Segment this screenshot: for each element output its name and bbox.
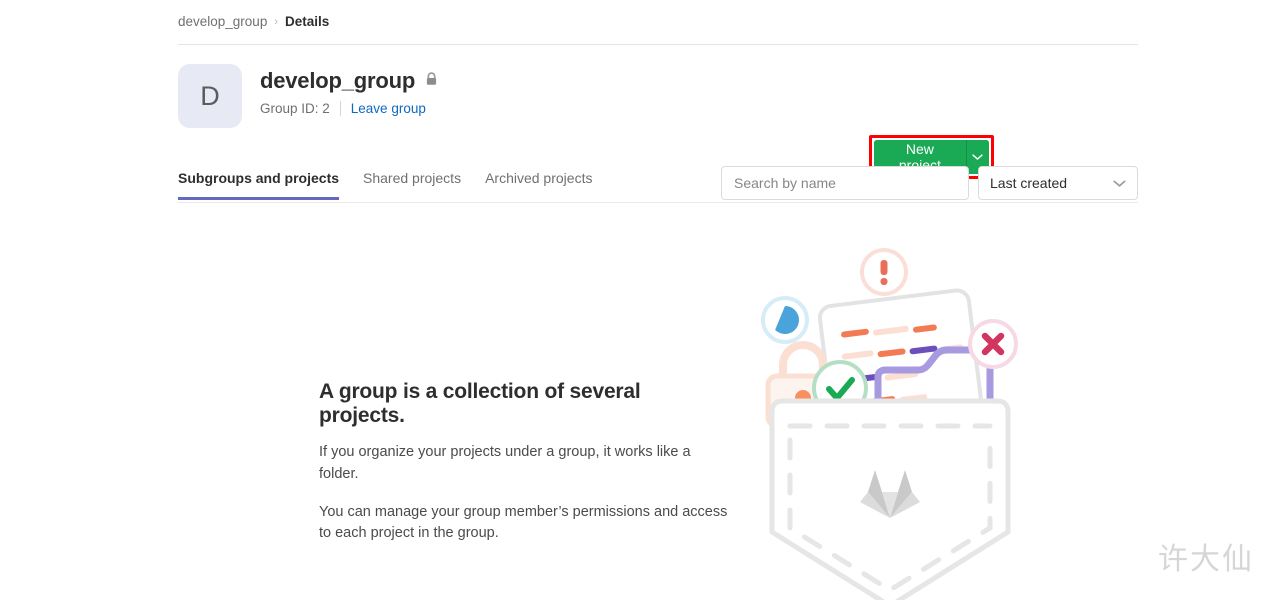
empty-state-title: A group is a collection of several proje…	[319, 380, 641, 427]
illustration-pocket	[769, 398, 1011, 600]
watermark: 许大仙	[1158, 542, 1254, 577]
page-title: develop_group	[260, 68, 416, 93]
breadcrumb-divider	[178, 44, 1138, 45]
empty-state-paragraph-2: You can manage your group member’s permi…	[319, 503, 728, 542]
illustration-error-badge	[968, 319, 1018, 369]
breadcrumb-item-group[interactable]: develop_group	[178, 14, 267, 29]
tab-shared-projects[interactable]: Shared projects	[351, 166, 473, 200]
filter-controls: Last created	[721, 166, 1138, 200]
tab-label: Archived projects	[485, 170, 593, 186]
group-id-label: Group ID: 2	[260, 101, 330, 116]
sort-value: Last created	[990, 175, 1068, 191]
illustration-warning-badge	[860, 248, 908, 296]
breadcrumb-item-details: Details	[285, 14, 330, 29]
group-avatar: D	[178, 64, 242, 128]
empty-state-paragraph-1: If you organize your projects under a gr…	[319, 444, 691, 482]
empty-state-text: A group is a collection of several proje…	[319, 380, 729, 545]
tab-subgroups-and-projects[interactable]: Subgroups and projects	[178, 166, 351, 200]
illustration-moon-badge	[761, 296, 809, 344]
leave-group-link[interactable]: Leave group	[351, 101, 426, 116]
tabs-divider	[178, 202, 1138, 203]
breadcrumb-separator-icon: ›	[274, 15, 278, 28]
chevron-down-icon	[1113, 175, 1126, 191]
lock-icon	[424, 71, 439, 92]
meta-divider	[339, 101, 341, 116]
group-header: D develop_group Group ID: 2 Leave group	[178, 64, 1138, 179]
tab-archived-projects[interactable]: Archived projects	[473, 166, 604, 200]
gitlab-group-details-page: develop_group › Details D develop_group …	[0, 0, 1282, 600]
search-input[interactable]	[721, 166, 969, 200]
tab-label: Shared projects	[363, 170, 462, 186]
group-meta: Group ID: 2 Leave group	[260, 101, 439, 116]
content-tabs: Subgroups and projects Shared projects A…	[178, 166, 604, 200]
group-header-text: develop_group Group ID: 2 Leave group	[260, 68, 439, 116]
sort-dropdown[interactable]: Last created	[978, 166, 1138, 200]
group-empty-pocket-illustration	[750, 240, 1040, 600]
breadcrumb: develop_group › Details	[178, 14, 329, 29]
group-title-row: develop_group	[260, 68, 439, 94]
avatar-letter: D	[200, 80, 220, 111]
chevron-down-icon	[972, 148, 983, 166]
tab-label: Subgroups and projects	[178, 170, 340, 186]
